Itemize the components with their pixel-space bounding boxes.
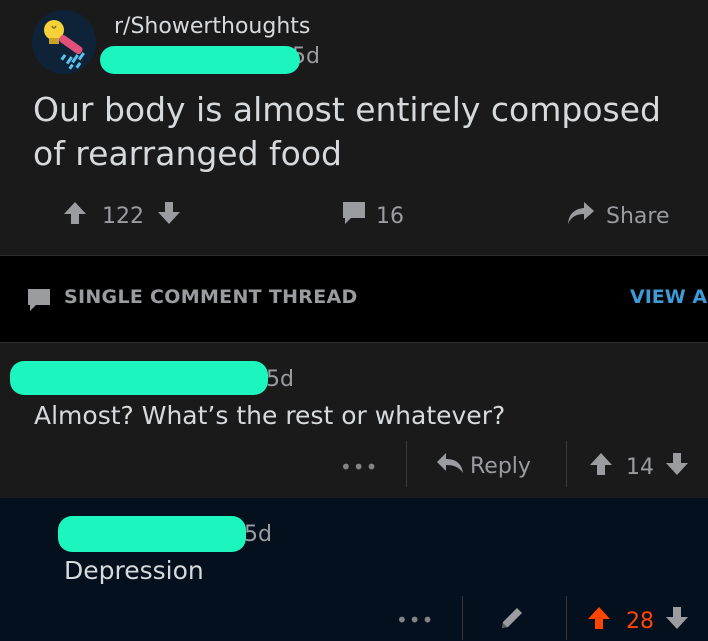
comment: 5d Almost? What’s the rest or whatever? … <box>0 343 708 498</box>
comment-vote-group: 14 <box>588 451 690 483</box>
post-title[interactable]: Our body is almost entirely composed of … <box>33 88 693 176</box>
comment-age: 5d <box>266 367 294 392</box>
thread-label: SINGLE COMMENT THREAD <box>64 286 358 308</box>
share-button[interactable]: Share <box>566 196 670 236</box>
comment-score: 14 <box>626 454 654 480</box>
separator <box>462 596 463 640</box>
comment-vote-group: 28 <box>586 605 690 637</box>
separator <box>566 596 567 640</box>
upvote-icon[interactable] <box>588 451 614 483</box>
redaction-username <box>100 46 300 74</box>
view-all-link[interactable]: VIEW AL <box>630 286 708 308</box>
comment-score: 28 <box>626 608 654 634</box>
reply-button[interactable]: Reply <box>436 451 531 481</box>
downvote-icon[interactable] <box>664 605 690 637</box>
redaction-username <box>58 516 246 552</box>
post-score: 122 <box>102 203 144 229</box>
edit-button[interactable] <box>498 604 526 636</box>
vote-group: 122 <box>62 196 182 236</box>
subreddit-name[interactable]: r/Showerthoughts <box>114 14 310 39</box>
comment-age: 5d <box>244 522 272 547</box>
more-options-button[interactable]: ••• <box>396 608 434 632</box>
upvote-icon-active[interactable] <box>586 605 612 637</box>
post-card: r/Showerthoughts 5d Our body is almost e… <box>0 0 708 256</box>
comment-body: Depression <box>64 556 204 585</box>
comment-count: 16 <box>376 203 404 229</box>
pencil-icon <box>498 608 526 636</box>
comment-body: Almost? What’s the rest or whatever? <box>34 401 506 430</box>
separator <box>406 441 407 487</box>
downvote-icon[interactable] <box>156 200 182 232</box>
downvote-icon[interactable] <box>664 451 690 483</box>
comment-bubble-icon <box>340 199 368 233</box>
upvote-icon[interactable] <box>62 200 88 232</box>
separator <box>566 441 567 487</box>
reply-arrow-icon <box>436 451 464 481</box>
subreddit-icon[interactable] <box>32 10 96 74</box>
share-label: Share <box>606 203 670 229</box>
comments-button[interactable]: 16 <box>340 196 404 236</box>
share-arrow-icon <box>566 200 596 232</box>
reply-label: Reply <box>470 453 531 479</box>
post-actions: 122 16 Share <box>0 196 708 236</box>
more-options-button[interactable]: ••• <box>340 455 378 479</box>
thread-chat-icon <box>26 287 52 317</box>
shower-bulb-icon <box>32 10 96 74</box>
redaction-username <box>10 361 268 395</box>
comment-highlighted: 5d Depression ••• 28 <box>0 498 708 641</box>
thread-bar: SINGLE COMMENT THREAD VIEW AL <box>0 256 708 343</box>
